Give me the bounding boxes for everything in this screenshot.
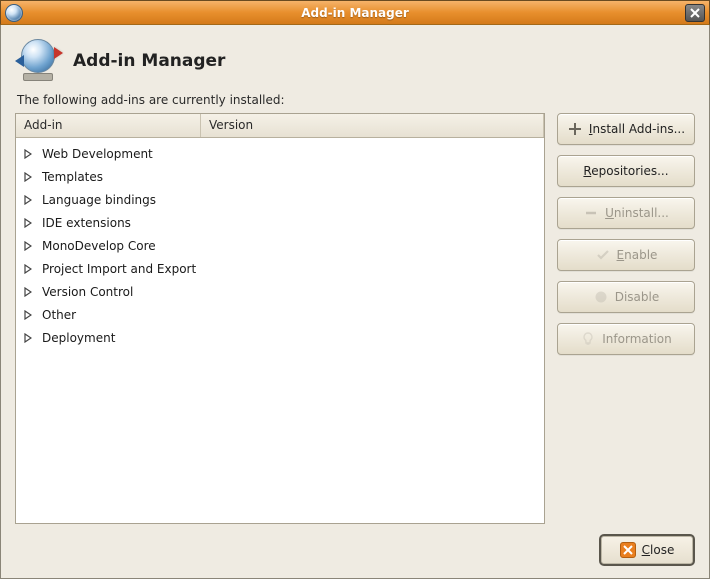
dialog-header: Add-in Manager: [17, 39, 695, 83]
addin-manager-icon: [17, 39, 61, 83]
tree-row[interactable]: Project Import and Export: [16, 257, 544, 280]
window-body: Add-in Manager The following add-ins are…: [0, 25, 710, 579]
install-addins-button[interactable]: Install Add-ins...: [557, 113, 695, 145]
tree-row[interactable]: MonoDevelop Core: [16, 234, 544, 257]
button-label: Install Add-ins...: [589, 122, 685, 136]
expander-icon[interactable]: [22, 194, 34, 206]
close-icon: [690, 8, 700, 18]
tree-row-label: Language bindings: [42, 193, 156, 207]
page-title: Add-in Manager: [73, 51, 225, 71]
dialog-footer: Close: [15, 524, 695, 566]
tree-row[interactable]: IDE extensions: [16, 211, 544, 234]
tree-row-label: Web Development: [42, 147, 153, 161]
window-close-button[interactable]: [685, 4, 705, 22]
uninstall-button: Uninstall...: [557, 197, 695, 229]
window-title: Add-in Manager: [1, 6, 709, 20]
expander-icon[interactable]: [22, 217, 34, 229]
button-label: Repositories...: [583, 164, 668, 178]
lightbulb-icon: [580, 331, 596, 347]
column-header-addin[interactable]: Add-in: [16, 114, 201, 137]
window-titlebar: Add-in Manager: [0, 0, 710, 25]
button-label: Uninstall...: [605, 206, 669, 220]
expander-icon[interactable]: [22, 309, 34, 321]
addins-tree[interactable]: Web Development Templates Language bindi…: [16, 138, 544, 523]
tree-row-label: Templates: [42, 170, 103, 184]
tree-row[interactable]: Other: [16, 303, 544, 326]
addins-list: Add-in Version Web Development Templates…: [15, 113, 545, 524]
tree-row[interactable]: Deployment: [16, 326, 544, 349]
expander-icon[interactable]: [22, 332, 34, 344]
button-label: Enable: [617, 248, 658, 262]
check-icon: [595, 247, 611, 263]
tree-row-label: Project Import and Export: [42, 262, 196, 276]
close-icon: [620, 542, 636, 558]
button-label: Information: [602, 332, 671, 346]
disable-button: Disable: [557, 281, 695, 313]
expander-icon[interactable]: [22, 240, 34, 252]
expander-icon[interactable]: [22, 148, 34, 160]
button-label: Disable: [615, 290, 660, 304]
enable-button: Enable: [557, 239, 695, 271]
tree-row[interactable]: Web Development: [16, 142, 544, 165]
close-button[interactable]: Close: [599, 534, 695, 566]
column-header-version[interactable]: Version: [201, 114, 544, 137]
content-area: Add-in Version Web Development Templates…: [15, 113, 695, 524]
list-header: Add-in Version: [16, 114, 544, 138]
repositories-button[interactable]: Repositories...: [557, 155, 695, 187]
stop-icon: [593, 289, 609, 305]
information-button: Information: [557, 323, 695, 355]
add-icon: [567, 121, 583, 137]
tree-row-label: MonoDevelop Core: [42, 239, 156, 253]
button-label: Close: [642, 543, 675, 557]
tree-row-label: Deployment: [42, 331, 115, 345]
expander-icon[interactable]: [22, 286, 34, 298]
tree-row-label: IDE extensions: [42, 216, 131, 230]
tree-row[interactable]: Templates: [16, 165, 544, 188]
expander-icon[interactable]: [22, 171, 34, 183]
intro-text: The following add-ins are currently inst…: [17, 93, 695, 107]
tree-row-label: Other: [42, 308, 76, 322]
tree-row[interactable]: Language bindings: [16, 188, 544, 211]
tree-row-label: Version Control: [42, 285, 133, 299]
side-buttons: Install Add-ins... Repositories... Unins…: [557, 113, 695, 524]
tree-row[interactable]: Version Control: [16, 280, 544, 303]
expander-icon[interactable]: [22, 263, 34, 275]
remove-icon: [583, 205, 599, 221]
app-icon: [5, 4, 23, 22]
